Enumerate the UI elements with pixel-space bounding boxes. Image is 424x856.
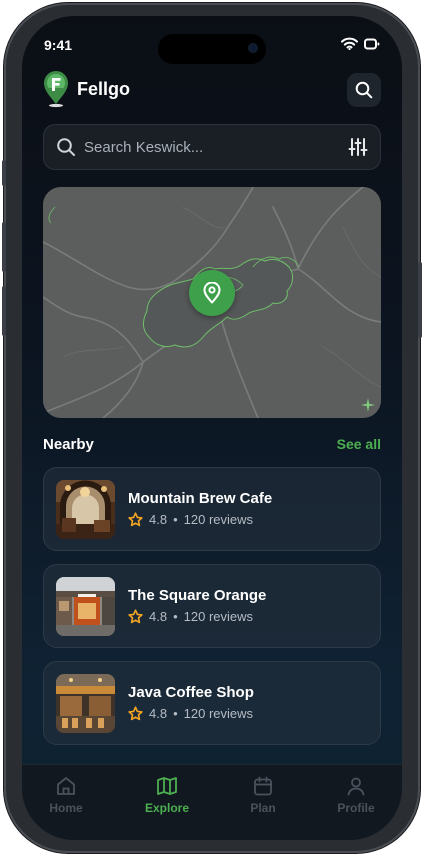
star-icon bbox=[128, 706, 143, 721]
tab-home[interactable]: Home bbox=[26, 775, 106, 825]
status-time: 9:41 bbox=[44, 37, 73, 53]
place-photo bbox=[56, 480, 115, 539]
star-icon bbox=[128, 609, 143, 624]
map-location-pin[interactable] bbox=[189, 270, 235, 316]
sparkle-icon bbox=[361, 398, 375, 412]
tab-explore[interactable]: Explore bbox=[127, 775, 207, 825]
map-icon bbox=[157, 777, 177, 795]
star-icon bbox=[128, 512, 143, 527]
place-card[interactable]: The Square Orange 4.8 • 120 reviews bbox=[43, 564, 381, 648]
camera-icon bbox=[248, 43, 258, 53]
see-all-link[interactable]: See all bbox=[337, 436, 381, 452]
tab-label: Explore bbox=[144, 801, 189, 815]
place-name: Java Coffee Shop bbox=[128, 684, 254, 701]
volume-down-button bbox=[2, 286, 6, 336]
tab-label: Home bbox=[49, 801, 83, 815]
location-pin-icon bbox=[203, 282, 221, 304]
fellgo-logo bbox=[44, 71, 68, 108]
place-reviews: 120 reviews bbox=[183, 609, 254, 624]
power-button bbox=[418, 262, 422, 338]
app-screen: 9:41 Fellgo Search Keswick... Nearby See… bbox=[22, 16, 402, 840]
wifi-icon bbox=[341, 37, 358, 50]
nearby-section-title: Nearby bbox=[43, 436, 94, 453]
place-name: Mountain Brew Cafe bbox=[128, 490, 273, 507]
place-rating-row: 4.8 • 120 reviews bbox=[128, 609, 253, 624]
place-reviews: 120 reviews bbox=[183, 706, 254, 721]
calendar-icon bbox=[254, 776, 272, 796]
place-rating: 4.8 bbox=[149, 609, 168, 624]
place-photo bbox=[56, 674, 115, 733]
meta-separator: • bbox=[173, 609, 178, 624]
app-title: Fellgo bbox=[77, 79, 130, 99]
header-search-button[interactable] bbox=[347, 73, 381, 107]
place-reviews: 120 reviews bbox=[183, 512, 254, 527]
map-view[interactable] bbox=[43, 187, 381, 418]
place-photo bbox=[56, 577, 115, 636]
volume-up-button bbox=[2, 222, 6, 272]
meta-separator: • bbox=[173, 512, 178, 527]
filter-sliders-icon[interactable] bbox=[348, 137, 368, 157]
status-bar: 9:41 bbox=[22, 16, 402, 70]
user-icon bbox=[347, 777, 365, 796]
battery-icon bbox=[364, 38, 380, 49]
search-icon bbox=[56, 137, 76, 162]
place-card[interactable]: Mountain Brew Cafe 4.8 • 120 reviews bbox=[43, 467, 381, 551]
meta-separator: • bbox=[173, 706, 178, 721]
home-icon bbox=[57, 777, 75, 795]
place-rating: 4.8 bbox=[149, 512, 168, 527]
action-button bbox=[2, 160, 6, 186]
tab-profile[interactable]: Profile bbox=[316, 775, 396, 825]
search-bar bbox=[43, 124, 381, 170]
status-icons bbox=[341, 37, 380, 50]
tab-label: Profile bbox=[337, 801, 375, 815]
place-name: The Square Orange bbox=[128, 587, 267, 604]
place-rating-row: 4.8 • 120 reviews bbox=[128, 512, 253, 527]
search-input[interactable] bbox=[84, 133, 334, 161]
place-rating: 4.8 bbox=[149, 706, 168, 721]
bottom-tab-bar: Home Explore Plan Profile bbox=[22, 764, 402, 840]
place-rating-row: 4.8 • 120 reviews bbox=[128, 706, 253, 721]
app-header: Fellgo bbox=[43, 70, 381, 110]
place-card[interactable]: Java Coffee Shop 4.8 • 120 reviews bbox=[43, 661, 381, 745]
search-icon bbox=[355, 81, 373, 99]
tab-label: Plan bbox=[250, 801, 276, 815]
tab-plan[interactable]: Plan bbox=[223, 775, 303, 825]
